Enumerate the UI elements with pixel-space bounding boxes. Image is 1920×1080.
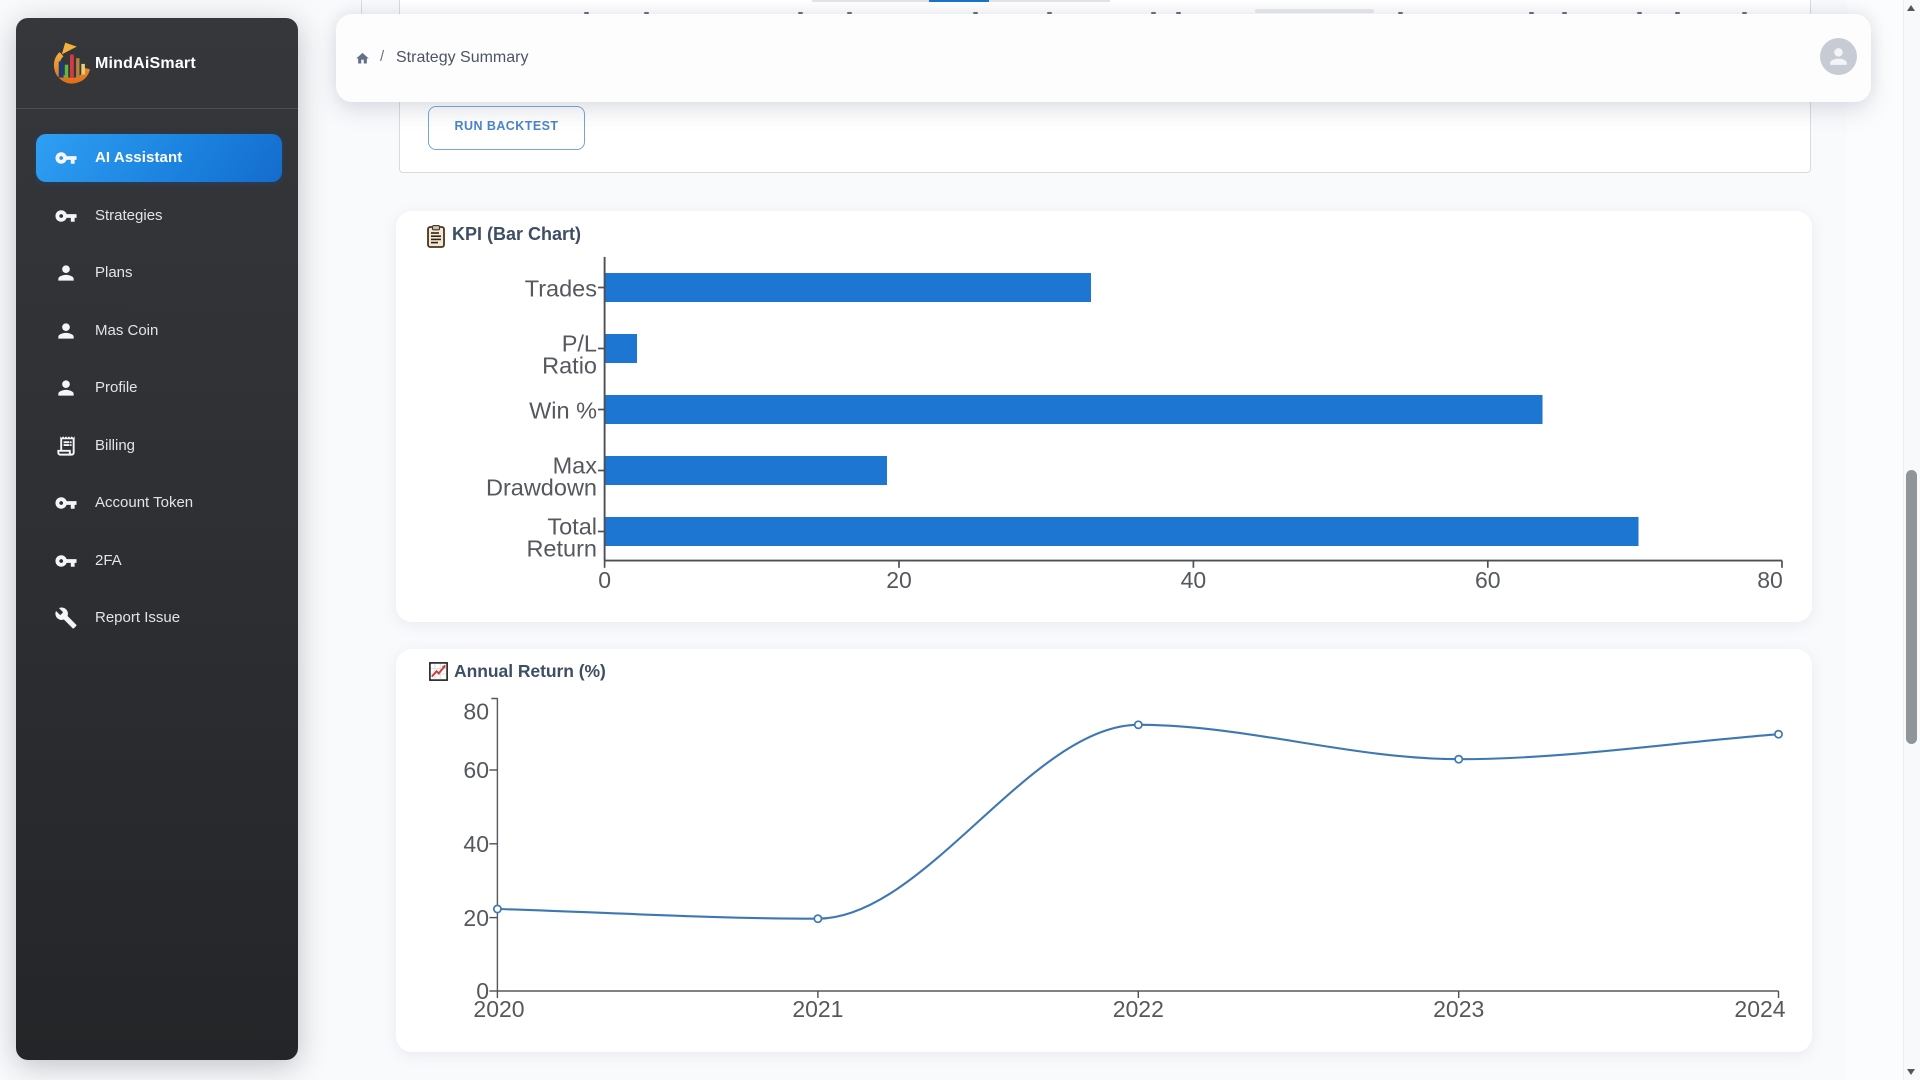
svg-text:80: 80	[463, 699, 489, 725]
svg-text:60: 60	[1475, 567, 1501, 593]
svg-text:20: 20	[886, 567, 912, 593]
svg-text:2024: 2024	[1734, 996, 1785, 1022]
svg-text:80: 80	[1757, 567, 1783, 593]
svg-text:Ratio: Ratio	[542, 353, 597, 379]
svg-text:40: 40	[463, 831, 489, 857]
svg-text:Trades: Trades	[525, 276, 597, 302]
svg-text:40: 40	[1181, 567, 1207, 593]
svg-text:60: 60	[463, 757, 489, 783]
svg-text:Win %: Win %	[529, 398, 597, 424]
svg-text:20: 20	[463, 905, 489, 931]
svg-text:2022: 2022	[1113, 996, 1164, 1022]
svg-text:Drawdown: Drawdown	[486, 475, 597, 501]
svg-text:0: 0	[598, 567, 611, 593]
svg-text:2020: 2020	[473, 996, 524, 1022]
svg-text:Return: Return	[526, 536, 597, 562]
svg-text:2023: 2023	[1433, 996, 1484, 1022]
svg-text:2021: 2021	[792, 996, 843, 1022]
